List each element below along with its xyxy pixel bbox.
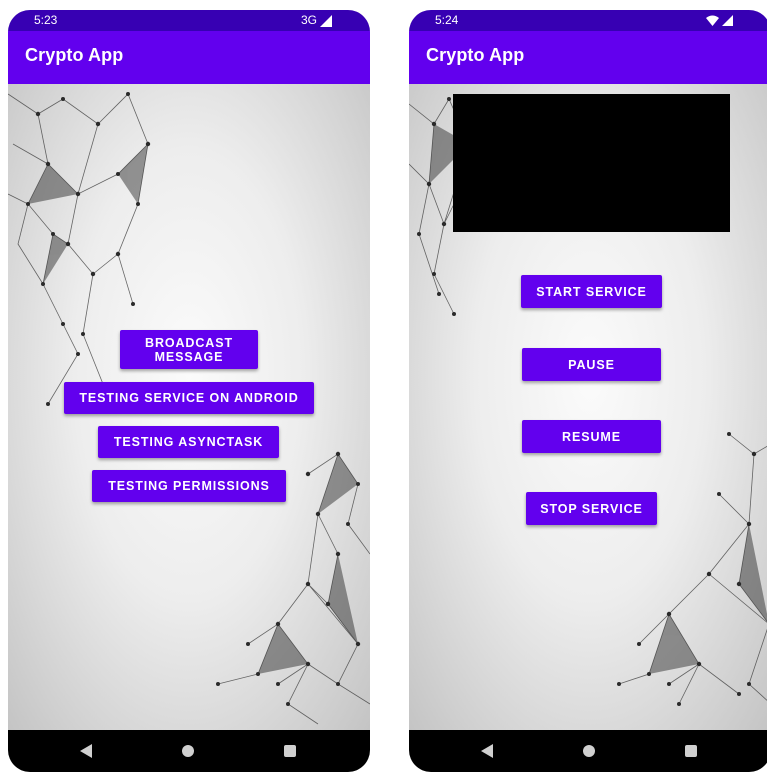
status-time: 5:24 [435, 13, 459, 27]
signal-icon [320, 14, 332, 27]
app-bar: Crypto App [8, 31, 370, 84]
resume-button[interactable]: RESUME [522, 420, 661, 453]
system-navigation-bar [409, 730, 767, 772]
app-bar: Crypto App [409, 31, 767, 84]
main-content: START SERVICE PAUSE RESUME STOP SERVICE [409, 84, 767, 730]
status-time: 5:23 [34, 13, 58, 27]
broadcast-message-button[interactable]: BROADCAST MESSAGE [120, 330, 258, 369]
home-icon[interactable] [583, 745, 595, 757]
status-icons [706, 10, 733, 31]
start-service-button[interactable]: START SERVICE [521, 275, 662, 308]
status-icons: 3G [301, 10, 332, 31]
phone-screen-service-control: 5:24 Crypto App START SERVICE PAUSE RESU… [409, 10, 767, 772]
main-content: BROADCAST MESSAGE TESTING SERVICE ON AND… [8, 84, 370, 730]
status-bar: 5:24 [409, 10, 767, 31]
status-bar: 5:23 3G [8, 10, 370, 31]
signal-icon [722, 15, 733, 26]
testing-asynctask-button[interactable]: TESTING ASYNCTASK [98, 426, 279, 458]
app-title: Crypto App [426, 45, 525, 65]
wifi-icon [706, 15, 719, 26]
recents-icon[interactable] [284, 745, 296, 757]
video-display-area [453, 94, 730, 232]
back-icon[interactable] [481, 744, 493, 758]
pause-button[interactable]: PAUSE [522, 348, 661, 381]
app-title: Crypto App [25, 45, 124, 65]
testing-service-button[interactable]: TESTING SERVICE ON ANDROID [64, 382, 314, 414]
back-icon[interactable] [80, 744, 92, 758]
network-type-label: 3G [300, 13, 317, 27]
system-navigation-bar [8, 730, 370, 772]
home-icon[interactable] [182, 745, 194, 757]
testing-permissions-button[interactable]: TESTING PERMISSIONS [92, 470, 286, 502]
stop-service-button[interactable]: STOP SERVICE [526, 492, 657, 525]
recents-icon[interactable] [685, 745, 697, 757]
phone-screen-main-menu: 5:23 3G Crypto App BROADCAST MESSAGE TES… [8, 10, 370, 772]
